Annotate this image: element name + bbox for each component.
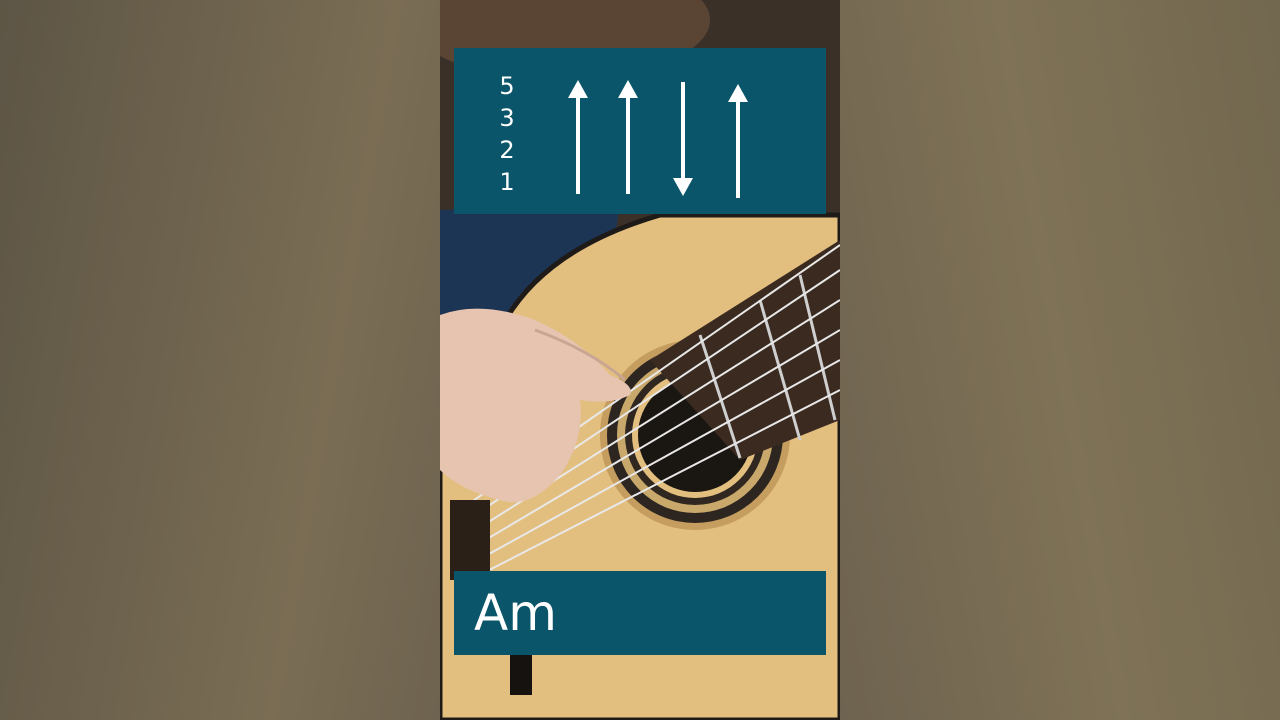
chord-label: Am <box>474 584 557 642</box>
arrow-up-icon <box>618 80 638 194</box>
strum-pattern-panel: 5 3 2 1 <box>454 48 826 214</box>
arrow-up-icon <box>728 84 748 198</box>
chord-name-panel: Am <box>454 571 826 655</box>
blurred-background-right <box>840 0 1280 720</box>
strum-arrows <box>568 80 748 198</box>
arrow-down-icon <box>673 82 693 196</box>
arrow-up-icon <box>568 80 588 194</box>
blurred-background-left <box>0 0 440 720</box>
